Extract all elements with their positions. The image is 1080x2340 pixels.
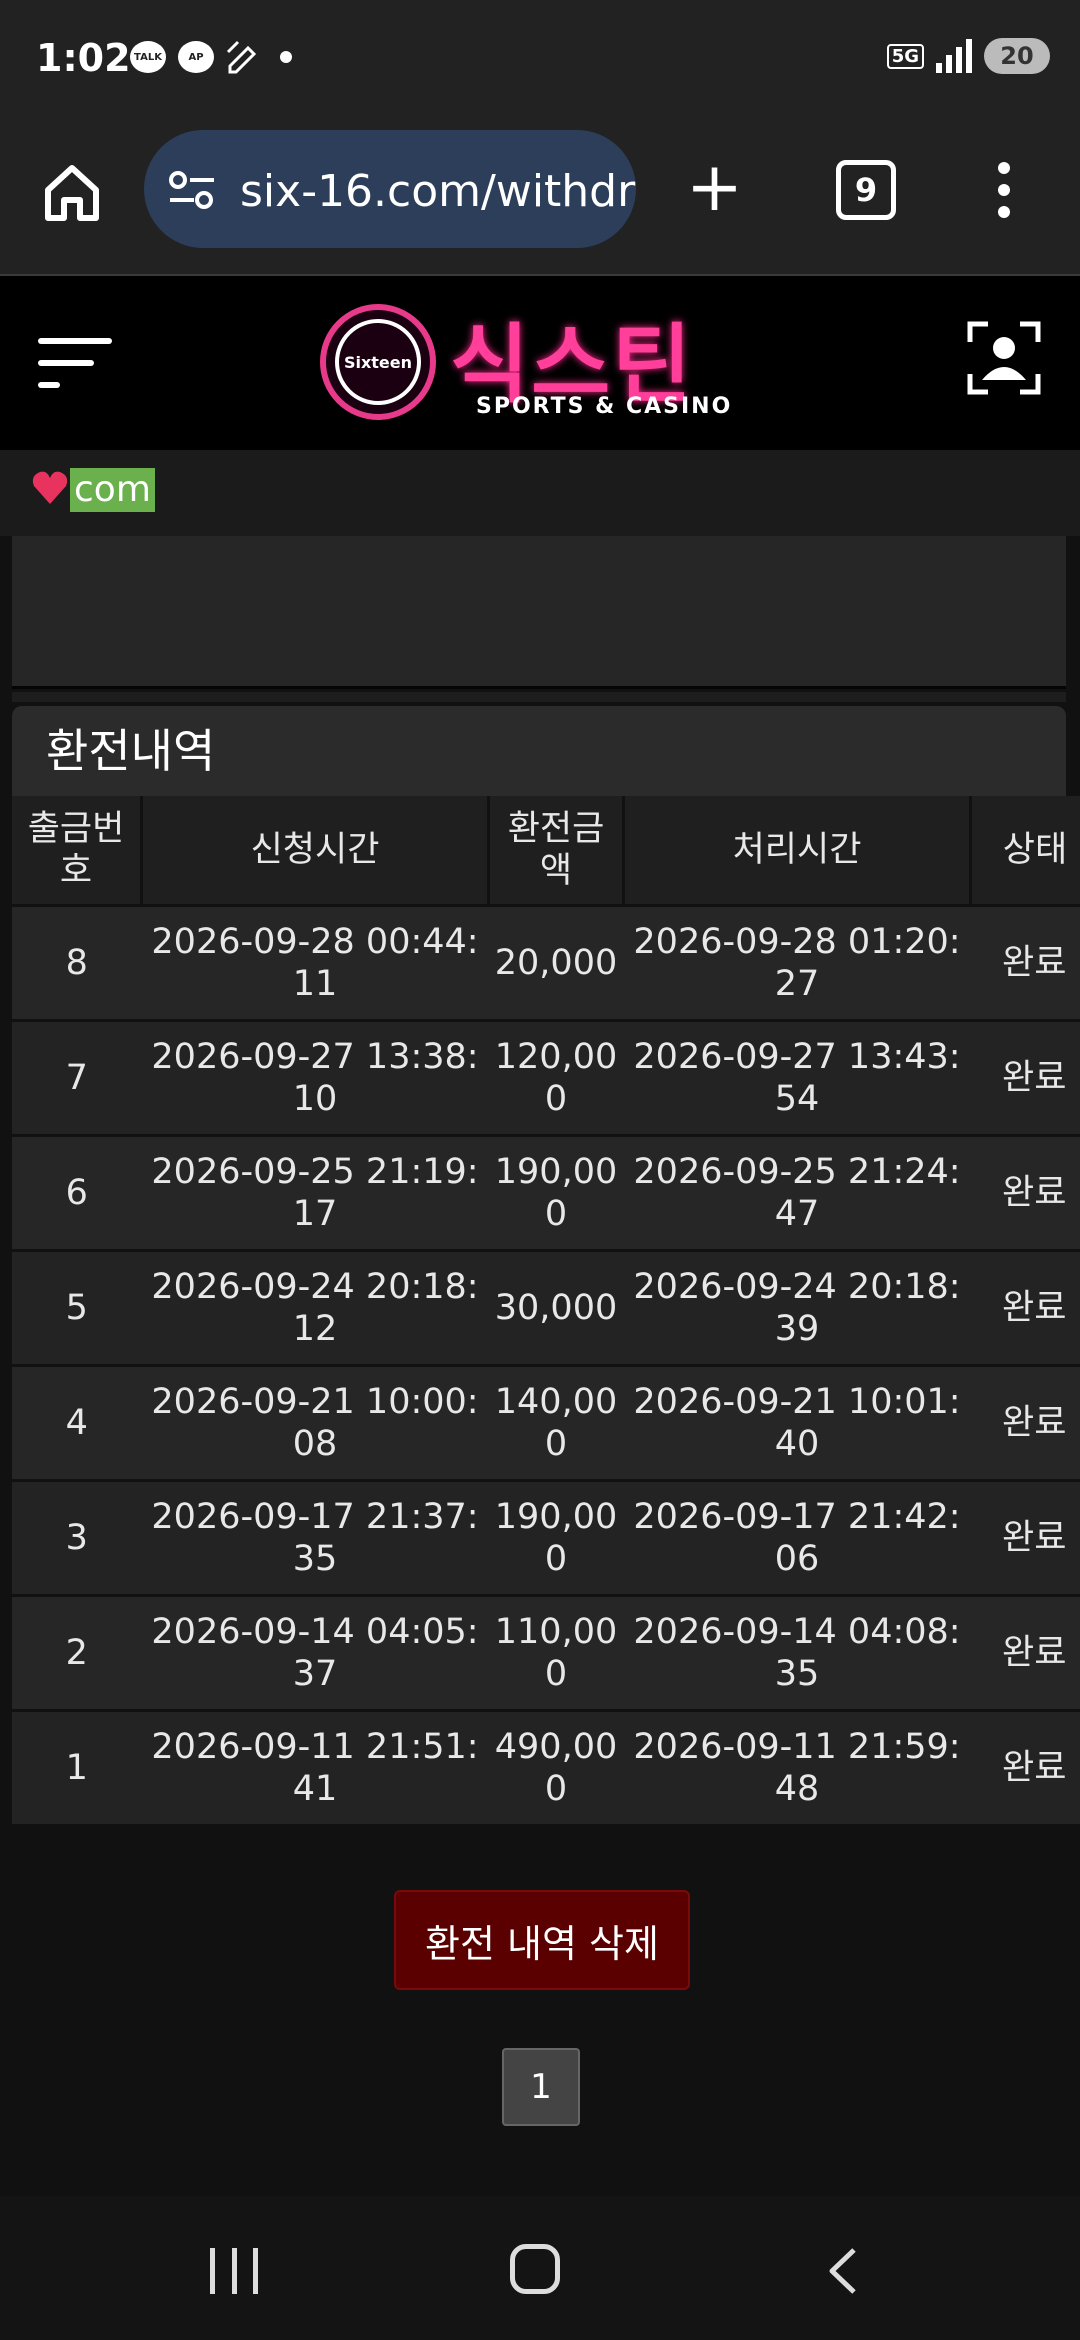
browser-menu-button[interactable]: [998, 162, 1012, 218]
cell-requested: 2026-09-25 21:19:17: [141, 1134, 489, 1251]
tab-switcher-button[interactable]: 9: [836, 160, 896, 220]
column-header-status: 상태: [970, 796, 1080, 906]
cell-processed: 2026-09-21 10:01:40: [623, 1364, 971, 1481]
column-header-number: 출금번호: [12, 796, 143, 906]
sub-brand-text: com: [70, 468, 155, 512]
cell-status: 완료: [970, 1594, 1080, 1711]
cell-number: 7: [12, 1019, 142, 1136]
notification-icons: TALK AP: [130, 40, 292, 74]
home-button-icon[interactable]: [510, 2244, 560, 2294]
cell-number: 5: [12, 1249, 142, 1366]
new-tab-button[interactable]: +: [686, 154, 743, 222]
table-row: 1 2026-09-11 21:51:41 490,000 2026-09-11…: [12, 1709, 1080, 1824]
cell-number: 1: [12, 1709, 142, 1824]
cell-amount: 190,000: [488, 1134, 624, 1251]
table-row: 5 2026-09-24 20:18:12 30,000 2026-09-24 …: [12, 1249, 1080, 1366]
talk-icon: TALK: [130, 41, 166, 73]
cell-number: 8: [12, 904, 142, 1021]
cell-status: 완료: [970, 1364, 1080, 1481]
status-time: 1:02: [36, 36, 131, 80]
cell-status: 완료: [970, 1709, 1080, 1824]
column-header-requested: 신청시간: [141, 796, 490, 906]
table-row: 3 2026-09-17 21:37:35 190,000 2026-09-17…: [12, 1479, 1080, 1596]
cell-number: 6: [12, 1134, 142, 1251]
recent-apps-icon[interactable]: [210, 2248, 258, 2294]
cell-processed: 2026-09-11 21:59:48: [623, 1709, 971, 1824]
cell-amount: 20,000: [488, 904, 624, 1021]
edit-icon: [226, 40, 257, 74]
cell-number: 3: [12, 1479, 142, 1596]
cell-number: 2: [12, 1594, 142, 1711]
cell-processed: 2026-09-24 20:18:39: [623, 1249, 971, 1366]
cell-amount: 140,000: [488, 1364, 624, 1481]
sub-brand-bar: com: [0, 450, 1080, 536]
column-header-processed: 처리시간: [623, 796, 972, 906]
menu-icon[interactable]: [38, 330, 112, 394]
table-row: 8 2026-09-28 00:44:11 20,000 2026-09-28 …: [12, 904, 1080, 1021]
cell-requested: 2026-09-14 04:05:37: [141, 1594, 489, 1711]
back-icon[interactable]: [820, 2246, 870, 2296]
cell-requested: 2026-09-28 00:44:11: [141, 904, 489, 1021]
divider: [12, 692, 1066, 702]
cell-status: 완료: [970, 904, 1080, 1021]
cell-processed: 2026-09-28 01:20:27: [623, 904, 971, 1021]
cell-requested: 2026-09-27 13:38:10: [141, 1019, 489, 1136]
cell-amount: 110,000: [488, 1594, 624, 1711]
cell-requested: 2026-09-17 21:37:35: [141, 1479, 489, 1596]
cell-requested: 2026-09-11 21:51:41: [141, 1709, 489, 1824]
ap-icon: AP: [178, 41, 214, 73]
battery-icon: 20: [984, 38, 1050, 74]
cell-processed: 2026-09-25 21:24:47: [623, 1134, 971, 1251]
logo-badge: Sixteen: [320, 304, 436, 420]
exchange-history-table: 출금번호 신청시간 환전금액 처리시간 상태 8 2026-09-28 00:4…: [12, 796, 1080, 1824]
home-icon[interactable]: [40, 160, 104, 224]
cell-status: 완료: [970, 1019, 1080, 1136]
cell-requested: 2026-09-24 20:18:12: [141, 1249, 489, 1366]
table-row: 4 2026-09-21 10:00:08 140,000 2026-09-21…: [12, 1364, 1080, 1481]
signal-icon: [936, 39, 972, 73]
cell-status: 완료: [970, 1134, 1080, 1251]
table-row: 2 2026-09-14 04:05:37 110,000 2026-09-14…: [12, 1594, 1080, 1711]
browser-toolbar: six-16.com/withdr + 9: [0, 120, 1080, 276]
pagination-page-button[interactable]: 1: [502, 2048, 580, 2126]
notice-panel: [12, 536, 1066, 689]
cell-number: 4: [12, 1364, 142, 1481]
heart-icon: [32, 471, 68, 504]
table-header-row: 출금번호 신청시간 환전금액 처리시간 상태: [12, 796, 1080, 906]
cell-status: 완료: [970, 1249, 1080, 1366]
system-navigation-bar: [0, 2196, 1080, 2340]
table-row: 6 2026-09-25 21:19:17 190,000 2026-09-25…: [12, 1134, 1080, 1251]
cell-amount: 490,000: [488, 1709, 624, 1824]
table-row: 7 2026-09-27 13:38:10 120,000 2026-09-27…: [12, 1019, 1080, 1136]
column-header-amount: 환전금액: [488, 796, 625, 906]
cell-processed: 2026-09-17 21:42:06: [623, 1479, 971, 1596]
site-settings-icon[interactable]: [168, 170, 216, 210]
cell-status: 완료: [970, 1479, 1080, 1596]
more-notifications-icon: [280, 51, 292, 63]
site-logo[interactable]: Sixteen 식스틴 SPORTS & CASINO: [320, 298, 760, 428]
cell-processed: 2026-09-27 13:43:54: [623, 1019, 971, 1136]
history-title: 환전내역: [12, 706, 1066, 796]
logo-english-text: SPORTS & CASINO: [476, 394, 733, 419]
cell-processed: 2026-09-14 04:08:35: [623, 1594, 971, 1711]
cell-requested: 2026-09-21 10:00:08: [141, 1364, 489, 1481]
cell-amount: 120,000: [488, 1019, 624, 1136]
cell-amount: 190,000: [488, 1479, 624, 1596]
status-bar: 1:02 TALK AP 5G 20: [0, 0, 1080, 120]
cell-amount: 30,000: [488, 1249, 624, 1366]
system-icons: 5G 20: [886, 38, 1050, 74]
delete-history-button[interactable]: 환전 내역 삭제: [394, 1890, 690, 1990]
url-text: six-16.com/withdr: [240, 166, 636, 217]
url-bar[interactable]: six-16.com/withdr: [144, 130, 636, 248]
exchange-history-panel: 환전내역 출금번호 신청시간 환전금액 처리시간 상태 8 2026-09-28…: [12, 706, 1080, 1824]
user-profile-icon[interactable]: [966, 320, 1042, 396]
site-header: Sixteen 식스틴 SPORTS & CASINO: [0, 276, 1080, 450]
network-5g-icon: 5G: [886, 43, 924, 69]
